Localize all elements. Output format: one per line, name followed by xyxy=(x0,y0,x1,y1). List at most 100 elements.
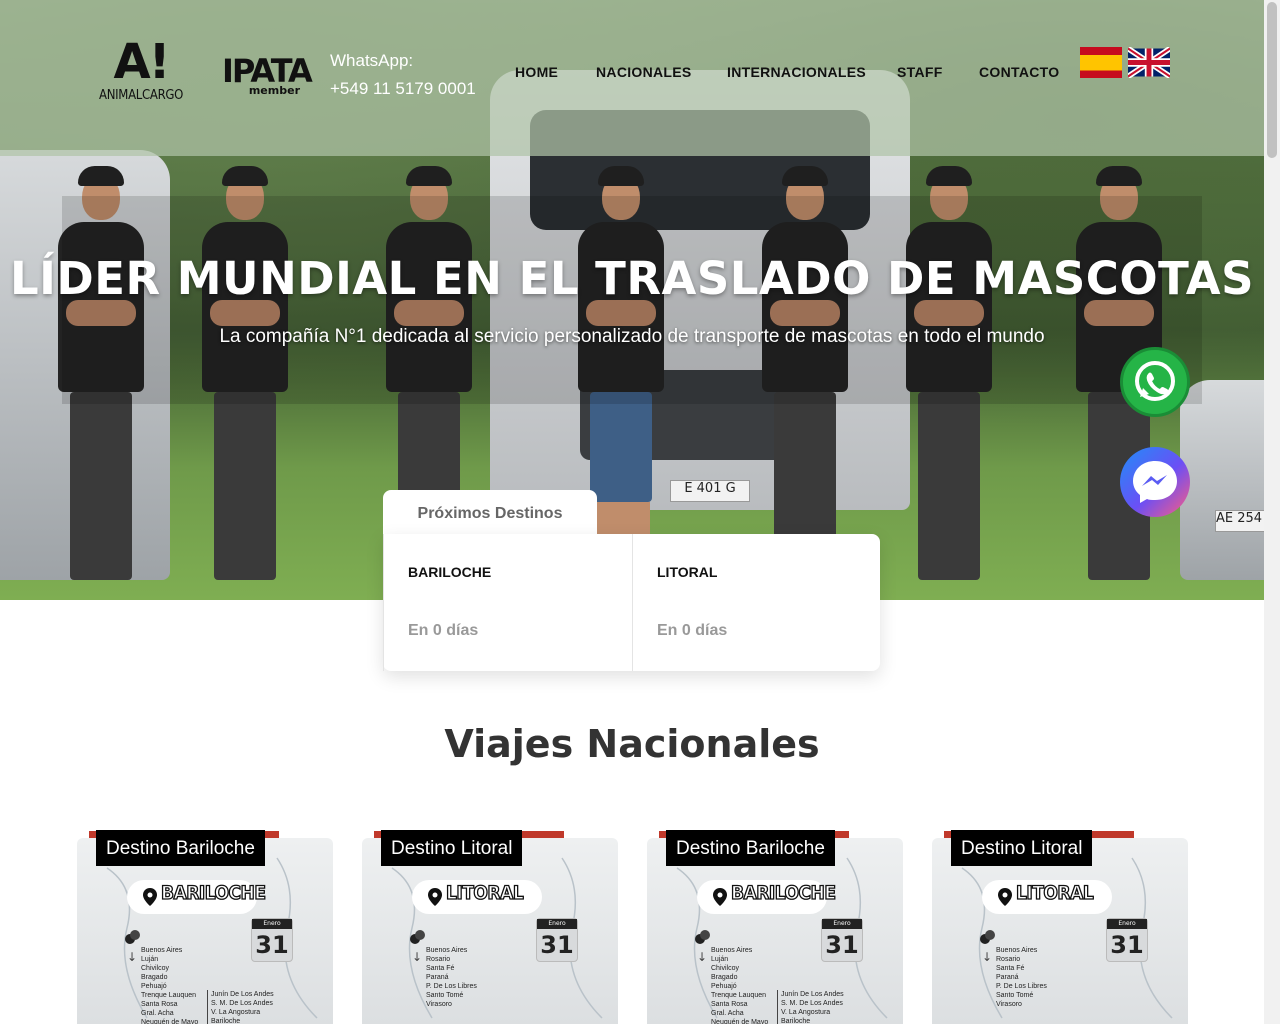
route-stop: P. De Los Libres xyxy=(426,983,477,990)
spanish-flag-icon[interactable] xyxy=(1080,47,1122,78)
route-stops: Buenos Aires Rosario Santa Fé Paraná P. De L… xyxy=(426,946,477,1009)
route-stop: Chivilcoy xyxy=(141,965,170,972)
nav-home[interactable]: HOME xyxy=(515,64,558,80)
route-stop: Bragado xyxy=(711,974,738,981)
route-stop: V. La Angostura xyxy=(781,1009,831,1016)
route-dots-icon xyxy=(125,930,140,944)
hero-subtitle: La compañía N°1 dedicada al servicio per… xyxy=(219,326,1045,347)
destino-name: BARILOCHE xyxy=(408,564,492,580)
route-stop: Chivilcoy xyxy=(711,965,740,972)
route-dots-icon xyxy=(980,930,995,944)
route-stops-end: Junín De Los Andes S. M. De Los Andes V. L… xyxy=(777,990,844,1024)
route-stop: Santa Rosa xyxy=(141,1001,178,1008)
scrollbar-thumb[interactable] xyxy=(1267,2,1277,158)
calendar-icon: Enero 31 xyxy=(1106,918,1148,962)
route-stop: Luján xyxy=(141,956,159,963)
destination-badge: BARILOCHE xyxy=(730,881,836,904)
whatsapp-label: WhatsApp: xyxy=(330,51,414,70)
calendar-month: Enero xyxy=(822,919,862,929)
calendar-icon: Enero 31 xyxy=(821,918,863,962)
arrow-down-icon: ↓ xyxy=(127,950,138,964)
nav-nacionales[interactable]: NACIONALES xyxy=(596,64,692,80)
calendar-month: Enero xyxy=(1107,919,1147,929)
route-stop: Trenque Lauquen xyxy=(141,992,197,999)
logo-mark: A! xyxy=(113,34,170,90)
ipata-logo-sub: member xyxy=(248,84,300,97)
whatsapp-contact[interactable]: WhatsApp: +549 11 5179 0001 xyxy=(330,47,490,103)
hero-title: LÍDER MUNDIAL EN EL TRASLADO DE MASCOTAS xyxy=(9,252,1255,305)
whatsapp-number[interactable]: +549 11 5179 0001 xyxy=(330,75,490,103)
ipata-logo: IPATA member xyxy=(222,52,313,100)
route-dots-icon xyxy=(410,930,425,944)
route-stop: Virasoro xyxy=(996,1001,1022,1008)
logo-word: ANIMALCARGO xyxy=(99,88,184,103)
route-stop: Santo Tomé xyxy=(426,992,464,999)
whatsapp-float-button[interactable] xyxy=(1120,347,1190,417)
route-stop: Santa Fé xyxy=(996,965,1025,972)
route-stops: Buenos Aires Luján Chivilcoy Bragado Pehuajó… xyxy=(711,946,768,1024)
route-stop: Junín De Los Andes xyxy=(781,991,844,998)
uk-flag-icon[interactable] xyxy=(1128,47,1170,78)
calendar-icon: Enero 31 xyxy=(251,918,293,962)
nav-contacto[interactable]: CONTACTO xyxy=(979,64,1059,80)
trip-label[interactable]: Destino Bariloche xyxy=(96,830,265,866)
destino-item[interactable]: LITORAL En 0 días xyxy=(632,534,880,671)
route-stop: Neuquén de Mayo xyxy=(141,1019,199,1024)
route-stop: Santo Tomé xyxy=(996,992,1034,999)
location-pin-icon xyxy=(998,888,1012,906)
calendar-month: Enero xyxy=(252,919,292,929)
route-stop: Buenos Aires xyxy=(711,947,753,954)
route-stop: P. De Los Libres xyxy=(996,983,1047,990)
route-stop: Bariloche xyxy=(211,1018,241,1024)
route-stop: Gral. Acha xyxy=(141,1010,174,1017)
route-stop: S. M. De Los Andes xyxy=(781,1000,843,1007)
nav-internacionales[interactable]: INTERNACIONALES xyxy=(727,64,866,80)
destino-name: LITORAL xyxy=(657,564,718,580)
destino-countdown: En 0 días xyxy=(657,622,728,639)
calendar-day: 31 xyxy=(825,931,859,959)
arrow-down-icon: ↓ xyxy=(412,950,423,964)
calendar-day: 31 xyxy=(540,931,574,959)
calendar-day: 31 xyxy=(1110,931,1144,959)
route-stop: Buenos Aires xyxy=(141,947,183,954)
route-stop: Trenque Lauquen xyxy=(711,992,767,999)
tab-proximos-destinos[interactable]: Próximos Destinos xyxy=(383,490,597,536)
trip-label[interactable]: Destino Litoral xyxy=(951,830,1093,866)
destination-badge: LITORAL xyxy=(1015,881,1094,904)
site-header: A! ANIMALCARGO IPATA member WhatsApp: +5… xyxy=(0,0,1264,156)
nav-staff[interactable]: STAFF xyxy=(897,64,943,80)
animalcargo-logo[interactable]: A! ANIMALCARGO xyxy=(99,36,183,116)
route-stop: Rosario xyxy=(426,956,451,963)
destino-countdown: En 0 días xyxy=(408,622,479,639)
messenger-icon xyxy=(1133,461,1177,503)
trip-label[interactable]: Destino Bariloche xyxy=(666,830,835,866)
section-title: Viajes Nacionales xyxy=(444,722,820,766)
ipata-logo-text: IPATA xyxy=(222,52,313,90)
calendar-month: Enero xyxy=(537,919,577,929)
route-stop: Gral. Acha xyxy=(711,1010,744,1017)
page-scrollbar[interactable] xyxy=(1264,0,1280,1024)
location-pin-icon xyxy=(713,888,727,906)
route-stop: Santa Fé xyxy=(426,965,455,972)
location-pin-icon xyxy=(428,888,442,906)
arrow-down-icon: ↓ xyxy=(697,950,708,964)
trip-label[interactable]: Destino Litoral xyxy=(381,830,523,866)
route-stop: Santa Rosa xyxy=(711,1001,748,1008)
route-stop: Luján xyxy=(711,956,729,963)
route-stop: Buenos Aires xyxy=(426,947,468,954)
destination-badge: LITORAL xyxy=(445,881,524,904)
route-stop: Bariloche xyxy=(781,1018,811,1024)
location-pin-icon xyxy=(143,888,157,906)
arrow-down-icon: ↓ xyxy=(982,950,993,964)
route-stop: Virasoro xyxy=(426,1001,452,1008)
route-stop: Paraná xyxy=(996,974,1019,981)
route-stops: Buenos Aires Luján Chivilcoy Bragado Pehuajó… xyxy=(141,946,198,1024)
route-stops: Buenos Aires Rosario Santa Fé Paraná P. De L… xyxy=(996,946,1047,1009)
calendar-day: 31 xyxy=(255,931,289,959)
route-stop: Pehuajó xyxy=(141,983,167,990)
route-stop: V. La Angostura xyxy=(211,1009,261,1016)
destino-item[interactable]: BARILOCHE En 0 días xyxy=(383,534,631,671)
messenger-float-button[interactable] xyxy=(1120,447,1190,517)
destination-badge: BARILOCHE xyxy=(160,881,266,904)
route-stop: Bragado xyxy=(141,974,168,981)
